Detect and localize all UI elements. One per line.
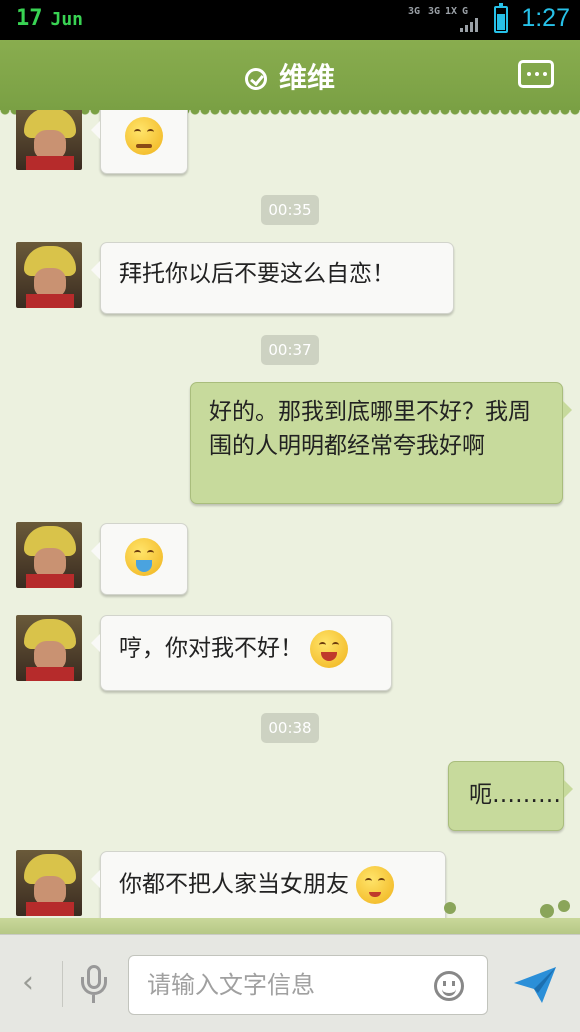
paper-plane-icon[interactable] xyxy=(512,965,558,1005)
message-text: 好的。那我到底哪里不好？我周围的人明明都经常夸我好啊 xyxy=(209,399,531,459)
timestamp: 00:38 xyxy=(261,713,319,743)
network-indicators: 3G 3G 1X G xyxy=(408,6,484,34)
timestamp: 00:37 xyxy=(261,335,319,365)
contact-avatar[interactable] xyxy=(16,242,82,308)
network-g-label: G xyxy=(462,6,469,17)
more-icon[interactable] xyxy=(518,60,554,88)
chat-header: 维维 xyxy=(0,40,580,118)
sweating-face-icon xyxy=(125,117,163,155)
message-text: 你都不把人家当女朋友 xyxy=(119,871,349,898)
chat-title: 维维 xyxy=(0,56,580,96)
contact-avatar[interactable] xyxy=(16,850,82,916)
smiley-icon[interactable] xyxy=(434,971,464,1001)
divider xyxy=(62,961,63,1007)
status-date: 17 Jun xyxy=(16,6,83,31)
status-bar: 17 Jun 3G 3G 1X G 1:27 xyxy=(0,0,580,40)
contact-avatar[interactable] xyxy=(16,522,82,588)
message-bubble-incoming[interactable]: 拜托你以后不要这么自恋！ xyxy=(91,242,454,314)
grass-decoration xyxy=(0,918,580,934)
status-month: Jun xyxy=(50,9,84,30)
message-text: 拜托你以后不要这么自恋！ xyxy=(119,261,395,287)
network-3g-label: 3G xyxy=(408,6,421,17)
vomit-face-icon xyxy=(125,538,163,576)
contact-avatar[interactable] xyxy=(16,615,82,681)
message-bubble-outgoing[interactable]: 呃……… xyxy=(448,761,573,831)
message-text: 呃……… xyxy=(469,782,561,808)
message-bubble-incoming[interactable] xyxy=(91,110,188,174)
timestamp: 00:35 xyxy=(261,195,319,225)
network-1x-label: 1X xyxy=(445,6,458,17)
chevron-left-icon[interactable]: ‹ xyxy=(22,965,34,1000)
status-time: 1:27 xyxy=(521,4,570,32)
battery-icon xyxy=(494,3,508,33)
check-circle-icon xyxy=(244,68,267,90)
chat-area[interactable]: 00:35 拜托你以后不要这么自恋！ 00:37 好的。那我到底哪里不好？我周围… xyxy=(0,110,580,935)
message-bubble-outgoing[interactable]: 好的。那我到底哪里不好？我周围的人明明都经常夸我好啊 xyxy=(190,382,572,504)
signal-icon xyxy=(460,18,478,32)
network-3g-label-2: 3G xyxy=(428,6,441,17)
contact-name: 维维 xyxy=(278,61,335,94)
message-bubble-incoming[interactable]: 哼，你对我不好！ xyxy=(91,615,392,691)
tree-decoration xyxy=(444,902,456,914)
message-text: 哼，你对我不好！ xyxy=(119,635,303,662)
input-bar: ‹ xyxy=(0,934,580,1032)
status-day: 17 xyxy=(16,6,43,31)
tree-decoration xyxy=(540,904,554,918)
tree-decoration xyxy=(558,900,570,912)
laughing-face-icon xyxy=(310,630,349,668)
message-bubble-incoming[interactable] xyxy=(91,523,188,595)
microphone-icon[interactable] xyxy=(80,965,108,1003)
embarrassed-face-icon xyxy=(356,866,395,904)
contact-avatar[interactable] xyxy=(16,110,82,170)
